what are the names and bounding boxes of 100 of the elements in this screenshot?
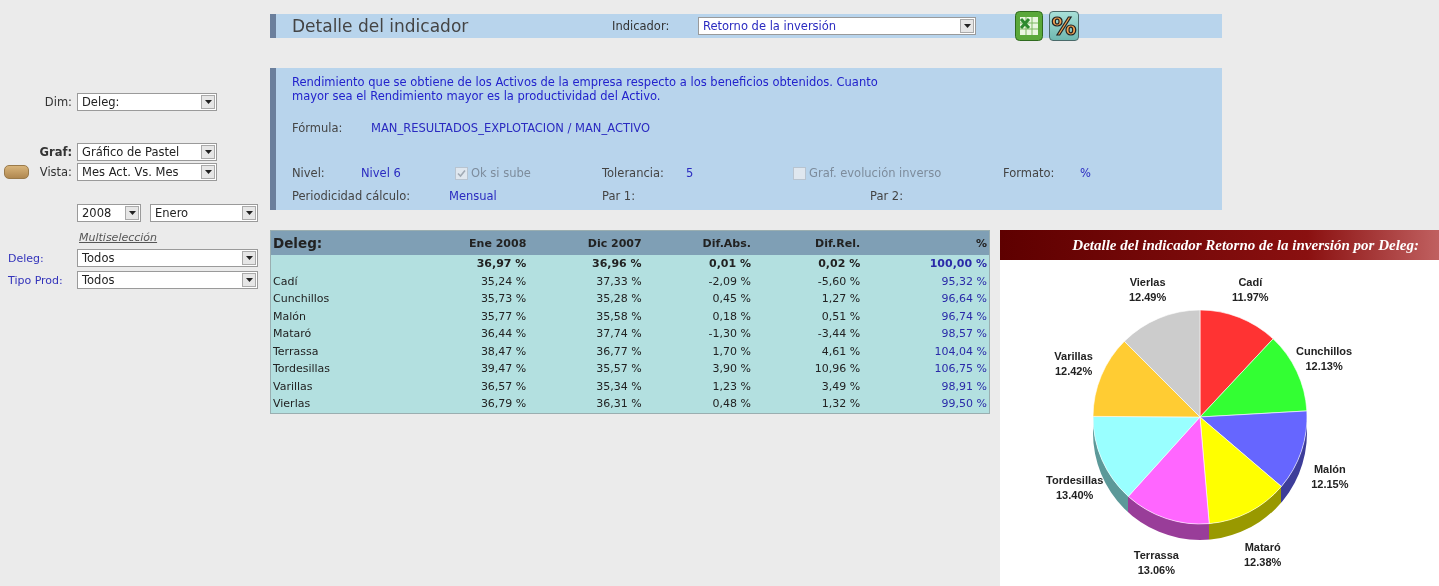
table-cell-text: Malón <box>272 308 307 325</box>
table-cell-text: 37,74 % <box>595 326 643 343</box>
table-cell-text: 0,51 % <box>820 308 862 325</box>
table-cell-text: 35,57 % <box>595 361 643 378</box>
dropdown-field[interactable]: Enero <box>150 204 258 222</box>
table-cell-text: 3,49 % <box>820 378 862 395</box>
table-cell-text: 38,47 % <box>479 343 528 360</box>
table-cell-text: 0,45 % <box>711 291 752 308</box>
table-cell: 36,96 % <box>528 255 644 273</box>
slice-label: Vierlas 12.49% <box>1128 276 1167 304</box>
table-cell-text: 106,75 % <box>933 361 988 378</box>
formula-text: MAN_RESULTADOS_EXPLOTACION / MAN_ACTIVO <box>371 121 651 135</box>
panel-toggle-button[interactable] <box>4 165 29 179</box>
column-header: Dic 2007 <box>528 231 644 255</box>
table-cell-text: 35,77 % <box>479 308 528 325</box>
table-cell-text: 36,31 % <box>595 396 643 413</box>
spreadsheet-icon[interactable] <box>1015 11 1043 41</box>
field-label: Par 2: <box>870 189 905 203</box>
table-cell-text: 96,64 % <box>940 291 988 308</box>
table-cell-text: 35,34 % <box>595 378 643 395</box>
table-cell-text: 35,58 % <box>595 308 643 325</box>
table-cell-text: 36,77 % <box>595 343 643 360</box>
field-label: Vista: <box>39 165 72 179</box>
table-cell-text: -5,60 % <box>816 273 862 290</box>
slice-label: Cadí 11.97% <box>1231 275 1269 303</box>
table-cell-text: 1,70 % <box>711 343 752 360</box>
table-cell-text: Mataró <box>272 326 313 343</box>
caret-icon <box>201 95 215 109</box>
field-value: Nivel 6 <box>361 166 402 180</box>
field-value: % <box>1080 166 1092 180</box>
checkbox-label: Graf. evolución inverso <box>809 166 942 180</box>
table-cell-text: 35,28 % <box>595 291 643 308</box>
dropdown-field[interactable]: Mes Act. Vs. Mes <box>77 163 217 181</box>
table-cell-text: 35,24 % <box>479 273 528 290</box>
field-label: Periodicidad cálculo: <box>292 189 412 203</box>
caret-icon <box>201 165 215 179</box>
table-cell-text: -2,09 % <box>707 273 752 290</box>
dropdown-field[interactable]: Deleg: <box>77 93 217 111</box>
table-cell-text: Tordesillas <box>272 361 332 378</box>
table-cell-text: Cadí <box>272 273 299 290</box>
caret-icon <box>242 251 256 265</box>
table-cell: 100,00 % <box>862 255 989 273</box>
chart-title: Detalle del indicador Retorno de la inversión por Deleg: <box>1072 236 1419 254</box>
table-cell-text: 36,57 % <box>479 378 528 395</box>
dropdown-field[interactable]: 2008 <box>77 204 141 222</box>
column-header: Dif.Rel. <box>753 231 863 255</box>
table-cell-text: 39,47 % <box>479 361 528 378</box>
field-label: Formato: <box>1003 166 1056 180</box>
field-value: Mensual <box>449 189 498 203</box>
caret-icon <box>242 273 256 287</box>
field-label: Graf: <box>38 145 73 159</box>
column-header: Dif.Abs. <box>643 231 753 255</box>
table-cell-text: Vierlas <box>272 396 312 413</box>
table-cell-text: 36,79 % <box>479 396 528 413</box>
table-cell-text: 99,50 % <box>940 396 988 413</box>
column-header: Ene 2008 <box>419 231 529 255</box>
slice-label: Malón 12.15% <box>1311 462 1349 490</box>
slice-label: Terrassa 13.06% <box>1133 548 1179 576</box>
table-cell-text: 37,33 % <box>595 273 643 290</box>
table-cell-text: 104,04 % <box>933 343 988 360</box>
dropdown-field[interactable]: Retorno de la inversión <box>698 17 976 35</box>
table-cell-text: 0,48 % <box>711 396 752 413</box>
table-cell-text: 35,73 % <box>479 291 528 308</box>
table-cell-text: -1,30 % <box>707 326 752 343</box>
dropdown-field[interactable]: Gráfico de Pastel <box>77 143 217 161</box>
column-header: % <box>862 231 989 255</box>
table-cell: 0,01 % <box>643 255 753 273</box>
table-cell-text: 1,32 % <box>820 396 862 413</box>
caret-icon <box>960 19 974 33</box>
table-cell-text: 4,61 % <box>820 343 862 360</box>
slice-label: Cunchillos 12.13% <box>1295 344 1353 372</box>
table-cell-text: 95,32 % <box>940 273 988 290</box>
multiselect-link[interactable]: Multiselección <box>79 230 270 246</box>
field-label: Par 1: <box>602 189 637 203</box>
field-label: Indicador: <box>612 19 671 33</box>
table-cell-text: 36,44 % <box>479 326 528 343</box>
table-cell: 36,97 % <box>419 255 529 273</box>
page-title: Detalle del indicador <box>291 16 470 36</box>
table-cell-text: 10,96 % <box>813 361 862 378</box>
table-cell-text: Cunchillos <box>272 291 331 308</box>
dropdown-field[interactable]: Todos <box>77 249 258 267</box>
table-cell-text: Terrassa <box>272 343 320 360</box>
table-cell: 0,02 % <box>753 255 863 273</box>
dropdown-field[interactable]: Todos <box>77 271 258 289</box>
table-cell-text: 0,18 % <box>711 308 752 325</box>
column-header: Deleg: <box>271 231 420 255</box>
field-label: Nivel: <box>292 166 326 180</box>
caret-icon <box>201 145 215 159</box>
table-cell-text: Varillas <box>272 378 314 395</box>
table-cell-text: 96,74 % <box>940 308 988 325</box>
table-cell-text: 1,23 % <box>711 378 752 395</box>
field-label: Dim: <box>43 95 73 109</box>
checkbox-label: Ok si sube <box>471 166 531 180</box>
table-cell-text: 98,57 % <box>940 326 988 343</box>
field-label: Tipo Prod: <box>7 273 64 287</box>
slice-label: Tordesillas 13.40% <box>1046 474 1104 502</box>
field-label: Tolerancia: <box>602 166 665 180</box>
table-cell-text: -3,44 % <box>816 326 862 343</box>
slice-label: Mataró 12.38% <box>1244 540 1282 568</box>
field-value: 5 <box>686 166 695 180</box>
